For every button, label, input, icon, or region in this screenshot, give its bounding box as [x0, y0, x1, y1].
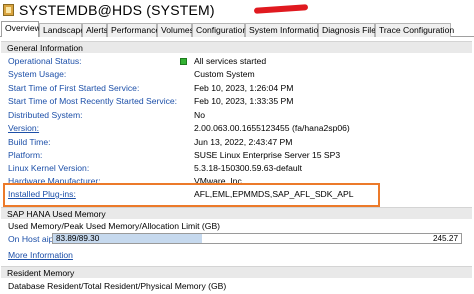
- window-titlebar: SYSTEMDB@HDS (SYSTEM): [0, 0, 474, 20]
- info-label: Distributed System:: [8, 110, 83, 120]
- info-label: Start Time of First Started Service:: [8, 83, 140, 93]
- general-information-header: General Information: [1, 41, 472, 53]
- info-value: 2.00.063.00.1655123455 (fa/hana2sp06): [194, 123, 350, 133]
- database-icon: [3, 4, 14, 16]
- info-value: Custom System: [194, 69, 255, 79]
- window-title: SYSTEMDB@HDS (SYSTEM): [19, 2, 215, 18]
- info-label: Operational Status:: [8, 56, 82, 66]
- info-label: System Usage:: [8, 69, 67, 79]
- tab-performance[interactable]: Performance: [107, 23, 160, 37]
- tab-landscape[interactable]: Landscape: [39, 23, 85, 37]
- tab-trace-configuration[interactable]: Trace Configuration: [375, 23, 454, 37]
- info-value: 5.3.18-150300.59.63-default: [194, 163, 302, 173]
- tab-overview[interactable]: Overview: [1, 21, 41, 37]
- info-value: Feb 10, 2023, 1:33:35 PM: [194, 96, 294, 106]
- info-label: Build Time:: [8, 137, 51, 147]
- info-value: Feb 10, 2023, 1:26:04 PM: [194, 83, 294, 93]
- info-label: Start Time of Most Recently Started Serv…: [8, 96, 178, 106]
- used-memory-value: 83.89/89.30: [56, 234, 100, 243]
- tab-configuration[interactable]: Configuration: [192, 23, 247, 37]
- tab-system-information[interactable]: System Information: [245, 23, 323, 37]
- used-memory-bar: 83.89/89.30 245.27: [52, 233, 462, 244]
- info-value: All services started: [194, 56, 267, 66]
- tab-diagnosis-files[interactable]: Diagnosis Files: [318, 23, 380, 37]
- info-label: Linux Kernel Version:: [8, 163, 90, 173]
- tab-volumes[interactable]: Volumes: [157, 23, 194, 37]
- tab-alerts[interactable]: Alerts: [82, 23, 108, 37]
- info-value: No: [194, 110, 205, 120]
- info-label: Platform:: [8, 150, 43, 160]
- redaction-mark: [253, 4, 309, 14]
- used-memory-header: SAP HANA Used Memory: [1, 207, 472, 219]
- plugins-highlight-box: [3, 183, 380, 207]
- used-memory-caption: Used Memory/Peak Used Memory/Allocation …: [8, 221, 221, 231]
- status-green-icon: [180, 58, 187, 65]
- version-link[interactable]: Version:: [8, 123, 39, 134]
- resident-memory-header: Resident Memory: [1, 266, 472, 278]
- more-information-link[interactable]: More Information: [8, 250, 73, 261]
- allocation-limit-value: 245.27: [432, 234, 458, 243]
- tab-bar: Overview Landscape Alerts Performance Vo…: [0, 21, 474, 37]
- info-value: SUSE Linux Enterprise Server 15 SP3: [194, 150, 341, 160]
- info-value: Jun 13, 2022, 2:43:47 PM: [194, 137, 293, 147]
- resident-memory-caption: Database Resident/Total Resident/Physica…: [8, 281, 227, 291]
